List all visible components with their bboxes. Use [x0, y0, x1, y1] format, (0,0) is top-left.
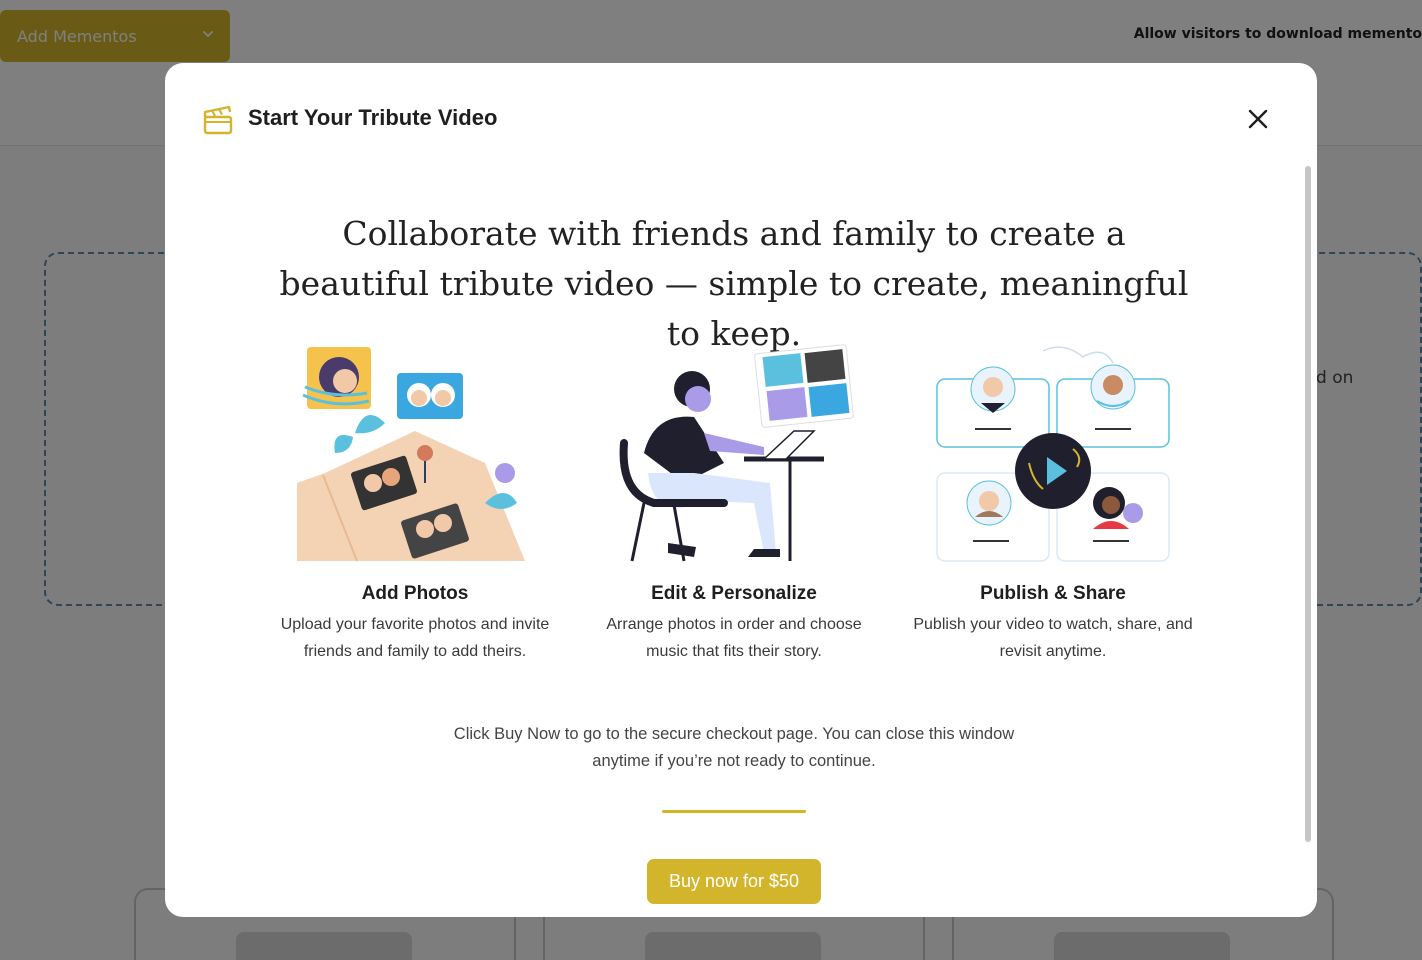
scrollbar-thumb[interactable]	[1305, 166, 1311, 842]
step-description: Arrange photos in order and choose music…	[606, 616, 862, 660]
step-description: Publish your video to watch, share, and …	[913, 616, 1193, 660]
clapperboard-icon	[203, 105, 233, 135]
photo-album-illustration	[297, 347, 525, 562]
modal-title: Start Your Tribute Video	[248, 105, 498, 130]
modal-header: Start Your Tribute Video	[165, 63, 1317, 173]
step-edit-personalize: Edit & Personalize Arrange photos in ord…	[584, 343, 884, 665]
accent-divider	[662, 810, 806, 813]
step-add-photos: Add Photos Upload your favorite photos a…	[265, 343, 565, 665]
shared-video-network-illustration	[936, 346, 1170, 562]
step-title: Edit & Personalize	[651, 583, 817, 604]
close-icon[interactable]	[1243, 104, 1273, 134]
person-at-laptop-illustration	[619, 344, 854, 562]
step-description: Upload your favorite photos and invite f…	[280, 616, 550, 660]
step-title: Publish & Share	[980, 583, 1126, 604]
buy-now-button[interactable]: Buy now for $50	[647, 859, 821, 904]
tribute-video-modal: Start Your Tribute Video Collaborate wit…	[165, 63, 1317, 917]
step-title: Add Photos	[361, 583, 469, 604]
modal-scrollbar[interactable]	[1305, 166, 1311, 842]
step-publish-share: Publish & Share Publish your video to wa…	[903, 343, 1203, 665]
checkout-note: Click Buy Now to go to the secure checko…	[453, 725, 1015, 770]
modal-headline: Collaborate with friends and family to c…	[279, 214, 1189, 353]
